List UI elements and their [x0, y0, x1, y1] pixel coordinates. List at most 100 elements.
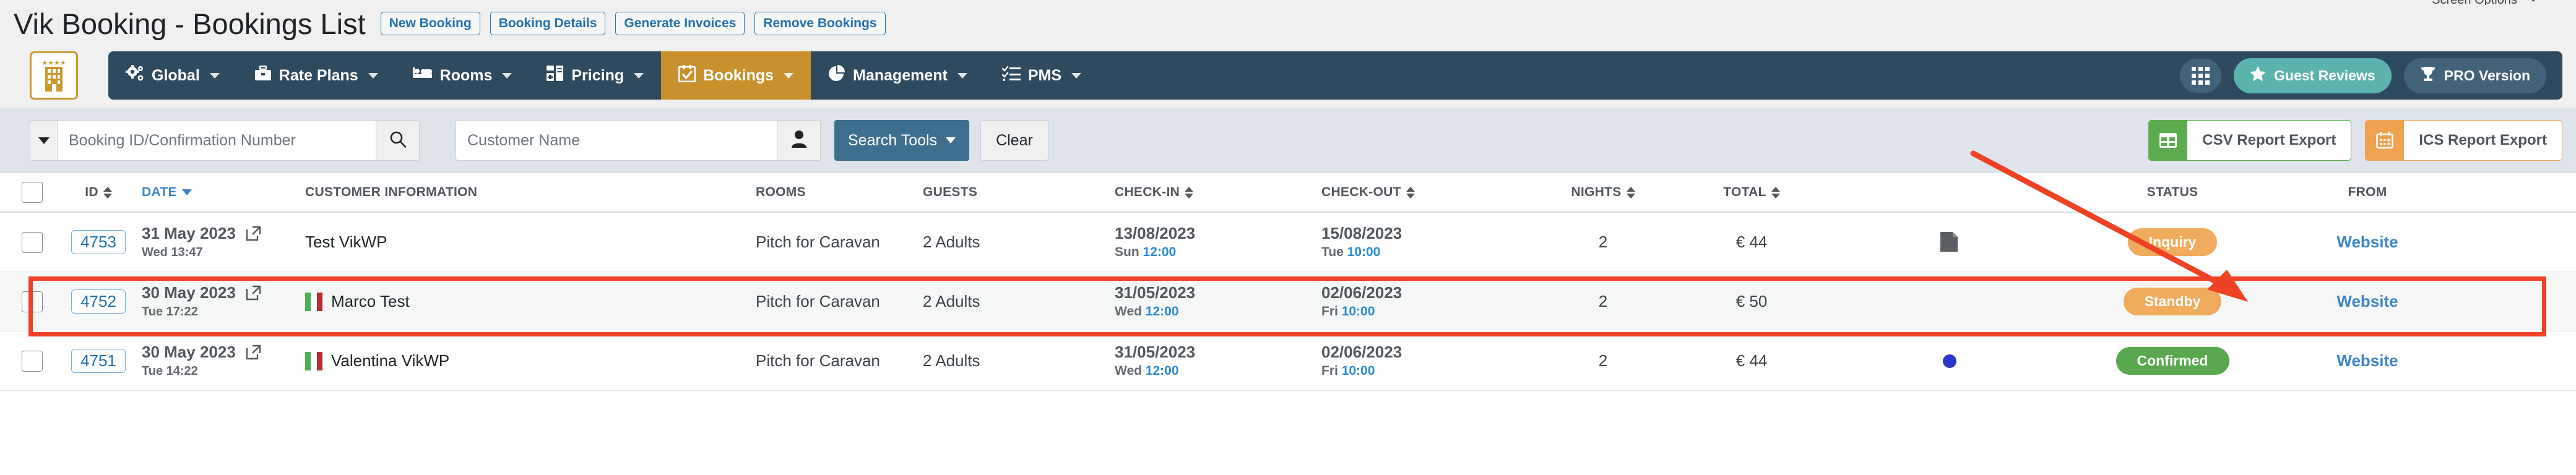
select-all-checkbox[interactable]	[22, 182, 43, 203]
table-row[interactable]: 4753 31 May 2023 Wed 13:47 Test VikWP Pi…	[0, 213, 2576, 272]
row-checkout-day: Tue	[1321, 245, 1344, 260]
nav-item-rate-plans[interactable]: Rate Plans	[237, 51, 395, 100]
source-link[interactable]: Website	[2336, 233, 2398, 252]
row-date-main-wrap: 31 May 2023	[142, 225, 292, 242]
note-icon[interactable]	[1939, 231, 1960, 254]
ics-report-export-button[interactable]: ICS Report Export	[2365, 120, 2562, 161]
external-link-icon[interactable]	[246, 225, 263, 242]
booking-id-placeholder: Booking ID/Confirmation Number	[69, 131, 296, 149]
nav-item-pms[interactable]: PMS	[985, 51, 1099, 100]
clear-button[interactable]: Clear	[980, 120, 1048, 161]
row-customer-wrap: Valentina VikWP	[305, 351, 756, 370]
hotel-building-icon[interactable]: ★★★★	[30, 51, 78, 100]
column-header-checkout[interactable]: CHECK-OUT	[1321, 185, 1532, 200]
pro-version-button[interactable]: PRO Version	[2403, 58, 2546, 93]
column-label-id: ID	[85, 185, 98, 199]
column-header-customer: CUSTOMER INFORMATION	[292, 185, 756, 200]
row-date-main-wrap: 30 May 2023	[142, 343, 292, 361]
csv-report-export-button[interactable]: CSV Report Export	[2148, 120, 2352, 161]
table-row[interactable]: 4751 30 May 2023 Tue 14:22 Valentina Vik…	[0, 332, 2576, 391]
column-header-status: STATUS	[2070, 185, 2275, 200]
row-checkbox[interactable]	[22, 350, 43, 372]
nav-label-rate-plans: Rate Plans	[279, 66, 358, 84]
tasks-list-icon	[1001, 66, 1021, 86]
main-navbar: Global Rate Plans Rooms Pricing Bookings…	[108, 51, 2562, 100]
column-header-total[interactable]: TOTAL	[1674, 185, 1829, 200]
column-header-from: FROM	[2275, 185, 2460, 200]
customer-lookup-button[interactable]	[777, 120, 821, 161]
ics-report-export-label: ICS Report Export	[2419, 132, 2547, 148]
calendar-check-icon	[678, 64, 696, 87]
column-label-rooms: ROOMS	[756, 185, 806, 199]
column-header-nights[interactable]: NIGHTS	[1532, 185, 1674, 200]
new-booking-button[interactable]: New Booking	[380, 12, 480, 35]
filter-dropdown-button[interactable]	[30, 120, 57, 161]
booking-details-button[interactable]: Booking Details	[490, 12, 606, 35]
sort-icon	[1771, 186, 1780, 199]
row-checkout-time: 10:00	[1341, 364, 1375, 379]
row-checkin-time: 12:00	[1145, 364, 1179, 379]
external-link-icon[interactable]	[246, 285, 263, 302]
search-tools-label: Search Tools	[848, 131, 938, 149]
row-checkout-date: 15/08/2023	[1321, 223, 1403, 242]
nav-item-global[interactable]: Global	[108, 51, 237, 100]
source-link[interactable]: Website	[2336, 351, 2398, 370]
row-customer-name: Marco Test	[331, 292, 410, 310]
search-tools-button[interactable]: Search Tools	[834, 120, 970, 161]
column-header-id[interactable]: ID	[64, 185, 132, 200]
status-badge[interactable]: Confirmed	[2116, 347, 2229, 375]
table-grid-icon	[2149, 121, 2188, 160]
nav-item-bookings[interactable]: Bookings	[661, 51, 811, 100]
remove-bookings-button[interactable]: Remove Bookings	[754, 12, 886, 35]
status-badge[interactable]: Inquiry	[2127, 228, 2218, 256]
chevron-down-icon	[1071, 72, 1082, 79]
gears-icon	[126, 64, 144, 87]
nav-item-pricing[interactable]: Pricing	[529, 51, 661, 100]
row-status-cell: Standby	[2070, 288, 2275, 315]
row-from-cell: Website	[2275, 233, 2460, 252]
column-header-date[interactable]: DATE	[132, 185, 292, 200]
bookings-table: ID DATE CUSTOMER INFORMATION ROOMS GUEST…	[0, 173, 2576, 391]
row-guests: 2 Adults	[923, 292, 980, 310]
booking-id-link[interactable]: 4753	[71, 230, 126, 254]
grid-apps-icon[interactable]	[2180, 58, 2222, 93]
row-id-cell: 4751	[64, 349, 132, 373]
row-date-main: 30 May 2023	[142, 283, 236, 302]
booking-id-link[interactable]: 4751	[71, 349, 126, 373]
nav-items: Global Rate Plans Rooms Pricing Bookings…	[108, 51, 1099, 100]
row-nights: 2	[1598, 233, 1608, 251]
source-link[interactable]: Website	[2336, 292, 2398, 311]
booking-id-input[interactable]: Booking ID/Confirmation Number	[57, 120, 376, 161]
row-checkin-sub: Wed 12:00	[1115, 304, 1321, 319]
row-date-cell: 30 May 2023 Tue 14:22	[132, 343, 292, 379]
booking-id-link[interactable]: 4752	[71, 289, 126, 314]
chevron-down-icon	[957, 72, 967, 79]
csv-report-export-label: CSV Report Export	[2202, 132, 2336, 148]
row-id-cell: 4752	[64, 289, 132, 314]
nav-item-rooms[interactable]: Rooms	[395, 51, 530, 100]
star-icon	[2250, 66, 2266, 85]
guest-reviews-button[interactable]: Guest Reviews	[2234, 58, 2392, 93]
nav-item-management[interactable]: Management	[811, 51, 985, 100]
status-badge[interactable]: Standby	[2123, 288, 2222, 315]
column-label-status: STATUS	[2146, 185, 2198, 199]
sort-icon	[103, 186, 112, 199]
row-checkbox[interactable]	[22, 291, 43, 312]
row-total: € 50	[1735, 292, 1768, 310]
row-date-main: 31 May 2023	[142, 224, 236, 243]
customer-name-input[interactable]: Customer Name	[456, 120, 777, 161]
column-header-checkin[interactable]: CHECK-IN	[1115, 185, 1321, 200]
generate-invoices-button[interactable]: Generate Invoices	[615, 12, 745, 35]
search-button[interactable]	[376, 120, 420, 161]
row-checkin-time: 12:00	[1143, 245, 1177, 260]
external-link-icon[interactable]	[246, 344, 263, 361]
row-date-sub: Wed 13:47	[142, 245, 203, 259]
chevron-up-icon[interactable]	[2528, 0, 2539, 2]
row-date-main: 30 May 2023	[142, 343, 236, 362]
row-checkout-sub: Fri 10:00	[1321, 304, 1532, 319]
search-icon	[389, 130, 407, 152]
row-checkbox[interactable]	[22, 231, 43, 253]
table-row[interactable]: 4752 30 May 2023 Tue 17:22 Marco Test Pi…	[0, 272, 2576, 332]
page-title: Vik Booking - Bookings List	[14, 7, 366, 40]
guest-reviews-label: Guest Reviews	[2274, 67, 2375, 83]
